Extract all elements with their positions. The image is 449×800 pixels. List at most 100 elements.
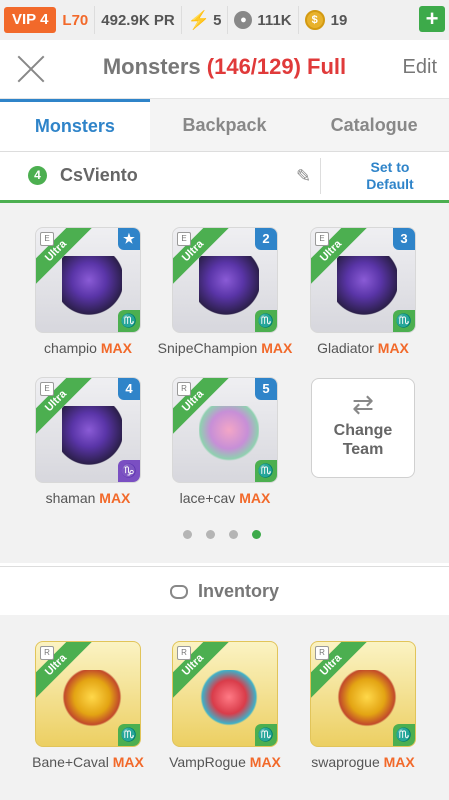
- monster-card[interactable]: Ultra E 4 ♑: [35, 377, 141, 483]
- page-dot[interactable]: [229, 530, 238, 539]
- monster-portrait: [62, 670, 122, 730]
- rarity-badge: E: [177, 232, 191, 246]
- element-icon: ♏: [393, 310, 415, 332]
- star-icon: ★: [118, 228, 140, 250]
- team-header: 4 CsViento ✎ Set to Default: [0, 152, 449, 203]
- paw-icon: ●: [234, 11, 253, 29]
- monster-name: VampRogue: [169, 754, 246, 770]
- status-bar: VIP 4 L70 492.9K PR ⚡ 5 ● 111K $19 +: [0, 0, 449, 40]
- monster-card[interactable]: Ultra R ♏: [310, 641, 416, 747]
- monster-card[interactable]: Ultra E ★ ♏: [35, 227, 141, 333]
- rarity-badge: E: [315, 232, 329, 246]
- monster-count: (146/129) Full: [206, 54, 347, 79]
- monster-label: champio MAX: [18, 340, 158, 356]
- slot-number: 5: [255, 378, 277, 400]
- monster-name: SnipeChampion: [157, 340, 258, 356]
- add-currency-button[interactable]: +: [419, 6, 445, 32]
- level-label: L70: [62, 11, 89, 29]
- monster-label: swaprogue MAX: [293, 754, 433, 770]
- monster-label: Gladiator MAX: [293, 340, 433, 356]
- power-rating: 492.9K PR: [95, 6, 182, 34]
- set-default-button[interactable]: Set to Default: [355, 159, 425, 193]
- food-counter[interactable]: ● 111K: [228, 6, 299, 34]
- monster-card[interactable]: Ultra E 3 ♏: [310, 227, 416, 333]
- monster-label: SnipeChampion MAX: [155, 340, 295, 356]
- max-badge: MAX: [383, 754, 415, 770]
- change-team-label: Change Team: [333, 422, 393, 458]
- slot-number: 4: [118, 378, 140, 400]
- monster-label: VampRogue MAX: [155, 754, 295, 770]
- inventory-grid: Ultra R ♏ Bane+Caval MAX Ultra R ♏ VampR…: [0, 615, 449, 800]
- rarity-badge: R: [315, 646, 329, 660]
- monster-name: shaman: [45, 490, 96, 506]
- team-number-badge: 4: [28, 166, 47, 185]
- monster-label: Bane+Caval MAX: [18, 754, 158, 770]
- element-icon: ♏: [118, 310, 140, 332]
- team-name: CsViento: [60, 165, 138, 185]
- monster-label: shaman MAX: [18, 490, 158, 506]
- gem-counter[interactable]: $19: [299, 6, 354, 34]
- monster-card[interactable]: Ultra R ♏: [35, 641, 141, 747]
- element-icon: ♏: [255, 310, 277, 332]
- monster-name: lace+cav: [179, 490, 236, 506]
- page-title: Monsters (146/129) Full: [0, 54, 449, 80]
- monster-portrait: [199, 670, 259, 730]
- monster-card[interactable]: Ultra R 5 ♏: [172, 377, 278, 483]
- element-icon: ♏: [118, 724, 140, 746]
- monster-portrait: [62, 406, 122, 466]
- max-badge: MAX: [112, 754, 144, 770]
- max-badge: MAX: [261, 340, 293, 356]
- monster-portrait: [337, 256, 397, 316]
- tab-backpack[interactable]: Backpack: [150, 99, 300, 151]
- monster-portrait: [62, 256, 122, 316]
- energy-counter[interactable]: ⚡ 5: [182, 6, 229, 34]
- page-dot[interactable]: [206, 530, 215, 539]
- edit-button[interactable]: Edit: [403, 56, 437, 79]
- monster-name: Bane+Caval: [32, 754, 109, 770]
- page-header: Monsters (146/129) Full Edit: [0, 40, 449, 99]
- gem-value: 19: [330, 11, 348, 29]
- slot-number: 2: [255, 228, 277, 250]
- max-badge: MAX: [249, 754, 281, 770]
- element-icon: ♑: [118, 460, 140, 482]
- max-badge: MAX: [377, 340, 409, 356]
- tab-monsters[interactable]: Monsters: [0, 99, 150, 151]
- page-indicator: [183, 530, 261, 539]
- energy-value: 5: [213, 11, 222, 29]
- max-badge: MAX: [100, 340, 132, 356]
- change-team-button[interactable]: ⇄ Change Team: [311, 378, 415, 478]
- coin-icon: $: [304, 10, 325, 30]
- food-value: 111K: [257, 11, 292, 29]
- rarity-badge: R: [40, 646, 54, 660]
- monster-name: swaprogue: [311, 754, 380, 770]
- max-badge: MAX: [99, 490, 131, 506]
- rarity-badge: R: [177, 382, 191, 396]
- element-icon: ♏: [255, 460, 277, 482]
- slot-number: 3: [393, 228, 415, 250]
- rarity-badge: R: [177, 646, 191, 660]
- page-dot-active[interactable]: [252, 530, 261, 539]
- rarity-badge: E: [40, 382, 54, 396]
- tab-bar: Monsters Backpack Catalogue: [0, 99, 449, 152]
- player-level: L70: [56, 6, 96, 34]
- max-badge: MAX: [239, 490, 271, 506]
- monster-card[interactable]: Ultra E 2 ♏: [172, 227, 278, 333]
- page-dot[interactable]: [183, 530, 192, 539]
- monster-portrait: [337, 670, 397, 730]
- swap-icon: ⇄: [352, 389, 374, 419]
- monster-name: champio: [44, 340, 97, 356]
- team-grid: Ultra E ★ ♏ champio MAX Ultra E 2 ♏ Snip…: [0, 203, 449, 563]
- energy-icon: ⚡: [187, 9, 211, 30]
- monster-label: lace+cav MAX: [155, 490, 295, 506]
- pencil-icon[interactable]: ✎: [296, 166, 311, 187]
- monster-name: Gladiator: [317, 340, 374, 356]
- vip-badge[interactable]: VIP 4: [4, 7, 57, 33]
- monster-portrait: [199, 256, 259, 316]
- rarity-badge: E: [40, 232, 54, 246]
- monster-portrait: [199, 406, 259, 466]
- element-icon: ♏: [255, 724, 277, 746]
- tab-catalogue[interactable]: Catalogue: [299, 99, 449, 151]
- monster-card[interactable]: Ultra R ♏: [172, 641, 278, 747]
- divider: [320, 158, 321, 194]
- inventory-header[interactable]: Inventory: [0, 566, 449, 616]
